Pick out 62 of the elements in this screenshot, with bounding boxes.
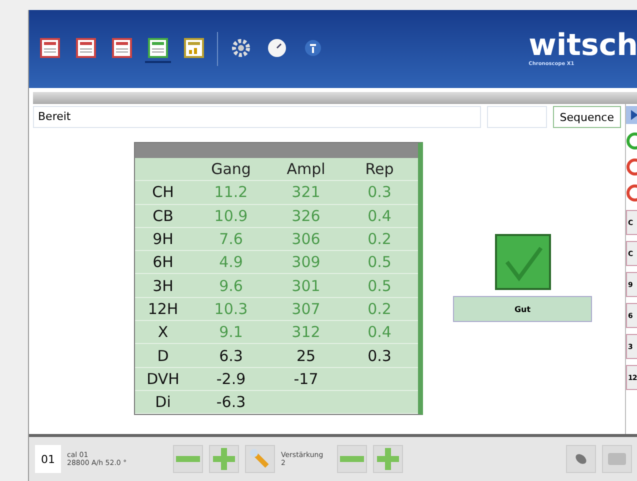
row-label: D (156, 346, 170, 365)
table-cell-text: -6.3 (215, 393, 247, 412)
camera-icon (608, 453, 626, 465)
table-cell-text: 0.4 (366, 206, 392, 225)
table-cell-text: 312 (290, 323, 322, 342)
row-label: 6H (152, 253, 174, 272)
table-cell-text: 321 (290, 183, 322, 202)
table-cell-text: 309 (290, 253, 322, 272)
table-cell-text: 0.2 (366, 230, 392, 248)
document-icon (40, 38, 60, 58)
row-label: 3H (152, 276, 174, 295)
document-icon (148, 38, 168, 58)
sequence-button[interactable]: Sequence (552, 106, 621, 128)
clock-icon (267, 38, 287, 58)
status-message: Bereit (33, 106, 481, 128)
table-cell-text: 7.6 (218, 230, 244, 248)
row-label: 9H (152, 230, 174, 248)
table-cell-text: 4.9 (218, 253, 244, 272)
document-icon (184, 38, 204, 58)
verdict-label: Gut (453, 296, 592, 322)
document-icon (112, 38, 132, 58)
plus-icon (213, 448, 235, 470)
table-cell-text: 11.2 (213, 183, 249, 202)
minus-icon (340, 456, 364, 462)
row-label: CH (151, 183, 175, 202)
table-cell-text: 301 (290, 276, 322, 295)
table-cell-text: 10.3 (213, 300, 249, 318)
table-cell-text: 306 (290, 230, 322, 248)
row-label: Di (154, 393, 172, 412)
table-cell-text: -2.9 (215, 370, 247, 388)
table-cell-text: 10.9 (213, 206, 249, 225)
wrench-icon (249, 448, 271, 470)
table-cell-text: 0.5 (366, 253, 392, 272)
column-header: Ampl (286, 160, 326, 178)
table-cell-text: 0.5 (366, 276, 392, 295)
row-label: X (156, 323, 170, 342)
table-cell-text: -17 (292, 370, 320, 388)
table-cell-text: 9.6 (218, 276, 244, 295)
table-cell-text: 0.4 (366, 323, 392, 342)
plus-icon (377, 448, 399, 470)
settings-icon (231, 38, 251, 58)
table-cell-text: 307 (290, 300, 322, 318)
toolbar-button[interactable] (145, 35, 171, 63)
status-field (486, 106, 547, 128)
table-cell-text: 0.3 (366, 346, 392, 365)
document-icon (76, 38, 96, 58)
table-cell-text: 326 (290, 206, 322, 225)
column-header: Gang (210, 160, 252, 178)
brand-logo: witsch (528, 31, 637, 61)
table-cell-text: 0.2 (366, 300, 392, 318)
row-label: 12H (146, 300, 180, 318)
info-icon (304, 39, 322, 57)
play-icon[interactable] (626, 106, 637, 124)
column-header: Rep (364, 160, 395, 178)
table-cell-text: 0.3 (366, 183, 392, 202)
table-cell-text: 25 (295, 346, 317, 365)
row-label: CB (152, 206, 174, 225)
minus-icon (176, 456, 200, 462)
station-number: 01 (35, 445, 61, 473)
table-cell-text: 6.3 (218, 346, 244, 365)
table-cell-text: 9.1 (218, 323, 244, 342)
row-label: DVH (146, 370, 180, 388)
